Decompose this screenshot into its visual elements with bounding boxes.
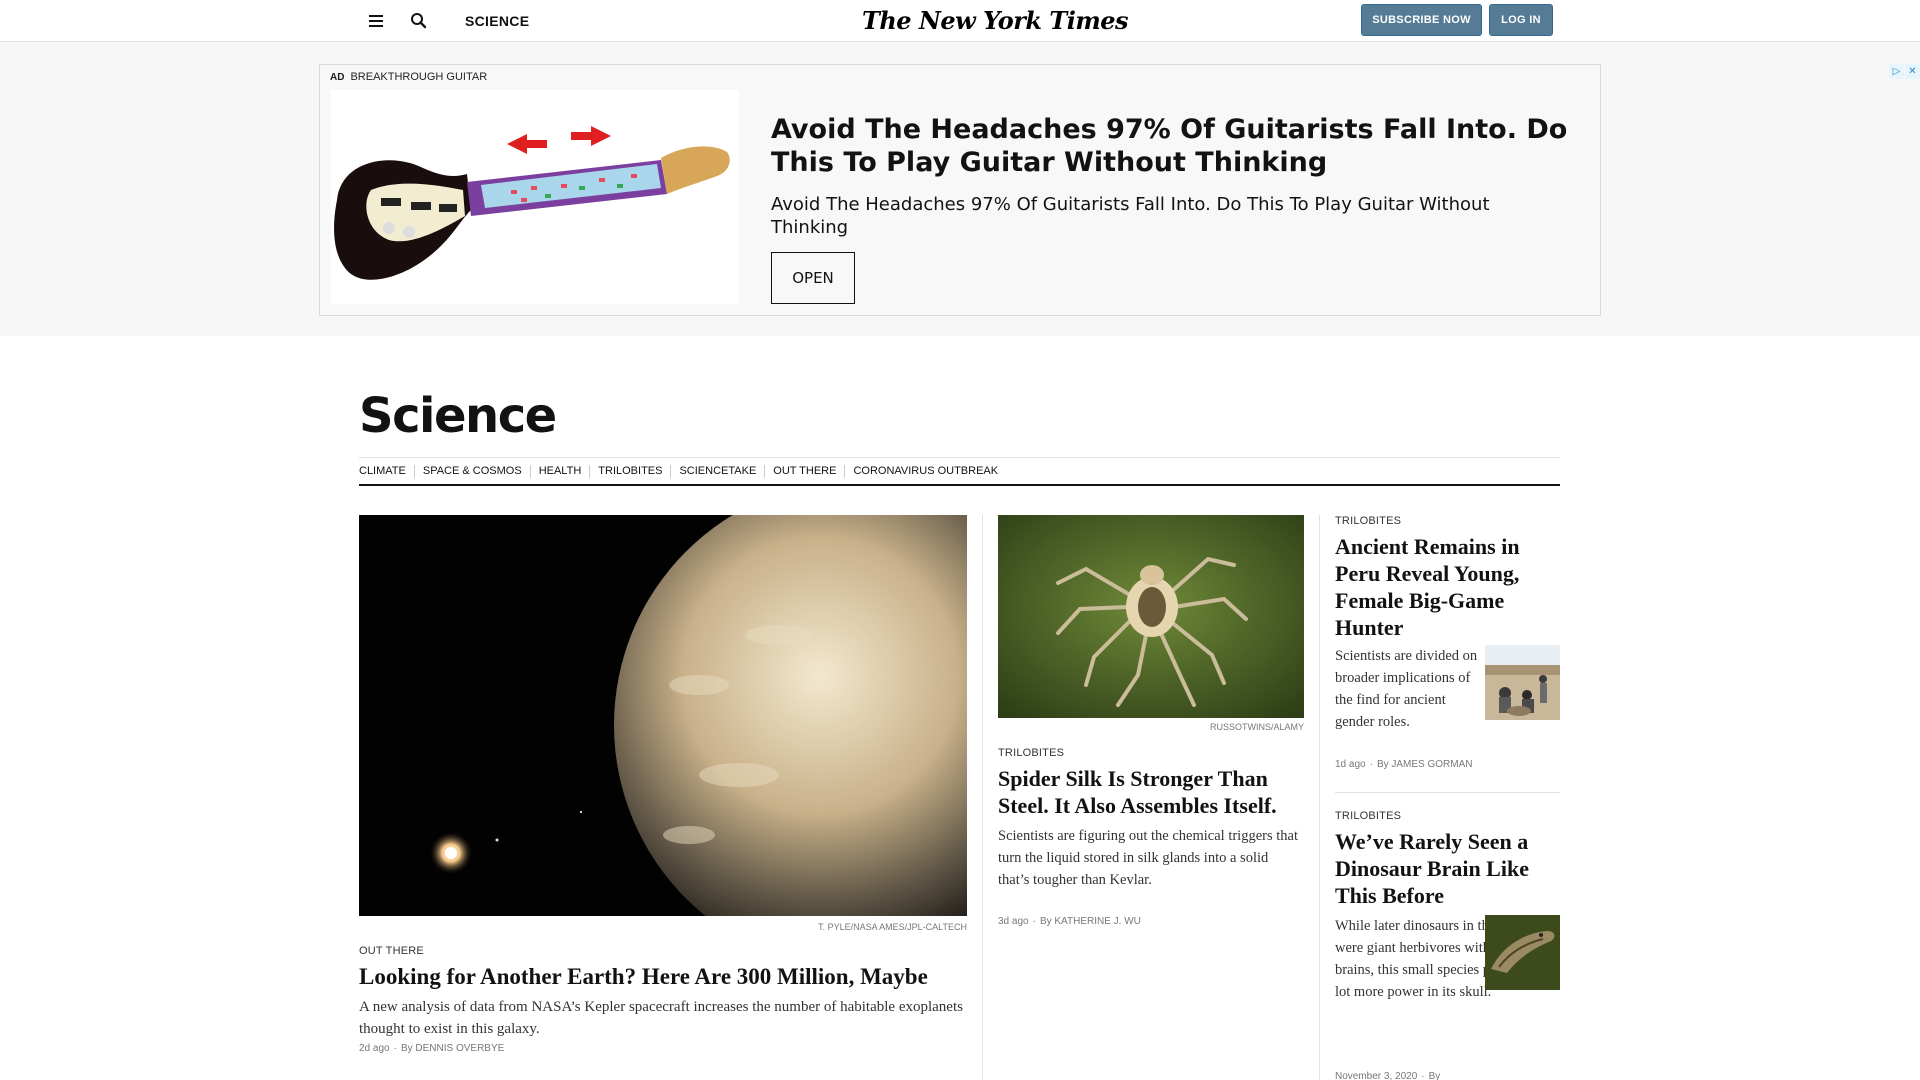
close-icon[interactable]: ✕ xyxy=(1905,64,1920,79)
ad-label: AD BREAKTHROUGH GUITAR xyxy=(330,71,487,83)
ad-description: Avoid The Headaches 97% Of Guitarists Fa… xyxy=(771,194,1490,238)
middle-headline[interactable]: Spider Silk Is Stronger Than Steel. It A… xyxy=(998,765,1298,819)
ad-advertiser: BREAKTHROUGH GUITAR xyxy=(350,71,488,83)
middle-story-image[interactable] xyxy=(998,515,1304,718)
right-story-2-timestamp: November 3, 2020 xyxy=(1335,1071,1418,1080)
subnav-out-there[interactable]: OUT THERE xyxy=(764,464,844,478)
subscribe-button[interactable]: SUBSCRIBE NOW xyxy=(1361,4,1482,36)
ad-tag: AD xyxy=(330,71,345,83)
subnav-climate[interactable]: CLIMATE xyxy=(359,465,414,478)
lead-summary: A new analysis of data from NASA’s Keple… xyxy=(359,999,963,1037)
right-story-1-thumbnail[interactable] xyxy=(1485,645,1560,720)
right-story-2-byline[interactable]: By xyxy=(1429,1071,1441,1080)
lead-image-credit: T. PYLE/NASA AMES/JPL-CALTECH xyxy=(818,922,967,932)
right-story-1-kicker[interactable]: TRILOBITES xyxy=(1335,515,1401,527)
subnav-space-cosmos[interactable]: SPACE & COSMOS xyxy=(413,464,530,478)
column-divider xyxy=(982,515,983,1080)
right-story-1-summary: Scientists are divided on broader implic… xyxy=(1335,648,1478,730)
lead-story-image[interactable] xyxy=(359,515,967,916)
ad-card[interactable]: AD BREAKTHROUGH GUITAR Avoid The Headach… xyxy=(319,64,1601,316)
subnav-coronavirus-outbreak[interactable]: CORONAVIRUS OUTBREAK xyxy=(844,464,1006,478)
subnav-trilobites[interactable]: TRILOBITES xyxy=(589,464,670,478)
middle-kicker[interactable]: TRILOBITES xyxy=(998,747,1064,759)
adchoices-icon[interactable]: ▷ xyxy=(1889,64,1904,79)
ad-open-button[interactable]: OPEN xyxy=(771,252,855,304)
story-divider xyxy=(1335,792,1560,793)
ad-choices: ▷ ✕ xyxy=(1889,64,1920,79)
section-name-link[interactable]: SCIENCE xyxy=(465,13,529,29)
right-story-1-headline[interactable]: Ancient Remains in Peru Reveal Young, Fe… xyxy=(1335,533,1560,641)
lead-timestamp: 2d ago xyxy=(359,1043,390,1054)
right-story-2-headline[interactable]: We’ve Rarely Seen a Dinosaur Brain Like … xyxy=(1335,828,1560,909)
subnav-sciencetake[interactable]: SCIENCETAKE xyxy=(670,464,764,478)
right-story-2-meta: November 3, 2020 · By xyxy=(1335,1071,1441,1080)
middle-meta: 3d ago · By KATHERINE J. WU xyxy=(998,916,1141,927)
lead-meta: 2d ago · By DENNIS OVERBYE xyxy=(359,1043,505,1054)
hamburger-menu-icon[interactable] xyxy=(366,10,388,32)
column-divider xyxy=(1319,515,1320,1080)
right-story-1-meta: 1d ago · By JAMES GORMAN xyxy=(1335,759,1473,770)
right-story-1-timestamp: 1d ago xyxy=(1335,759,1366,770)
middle-image-credit: RUSSOTWINS/ALAMY xyxy=(1209,722,1304,732)
right-story-2-kicker[interactable]: TRILOBITES xyxy=(1335,810,1401,822)
ad-guitar-image[interactable] xyxy=(331,90,739,304)
top-navigation-bar: SCIENCE The New York Times SUBSCRIBE NOW… xyxy=(0,0,1920,42)
page-title: Science xyxy=(359,388,557,444)
right-story-1-byline[interactable]: By JAMES GORMAN xyxy=(1377,759,1473,770)
ad-headline[interactable]: Avoid The Headaches 97% Of Guitarists Fa… xyxy=(771,113,1581,179)
login-button[interactable]: LOG IN xyxy=(1489,4,1553,36)
middle-byline[interactable]: By KATHERINE J. WU xyxy=(1040,916,1141,927)
section-subnav: CLIMATE SPACE & COSMOS HEALTH TRILOBITES… xyxy=(359,457,1560,486)
lead-headline[interactable]: Looking for Another Earth? Here Are 300 … xyxy=(359,962,967,992)
lead-byline[interactable]: By DENNIS OVERBYE xyxy=(401,1043,504,1054)
right-story-2-thumbnail[interactable] xyxy=(1485,915,1560,990)
middle-timestamp: 3d ago xyxy=(998,916,1029,927)
middle-summary: Scientists are figuring out the chemical… xyxy=(998,828,1298,888)
search-icon[interactable] xyxy=(408,10,430,32)
lead-kicker[interactable]: OUT THERE xyxy=(359,945,424,957)
nyt-logo[interactable]: The New York Times xyxy=(862,6,1129,35)
subnav-health[interactable]: HEALTH xyxy=(529,464,590,478)
